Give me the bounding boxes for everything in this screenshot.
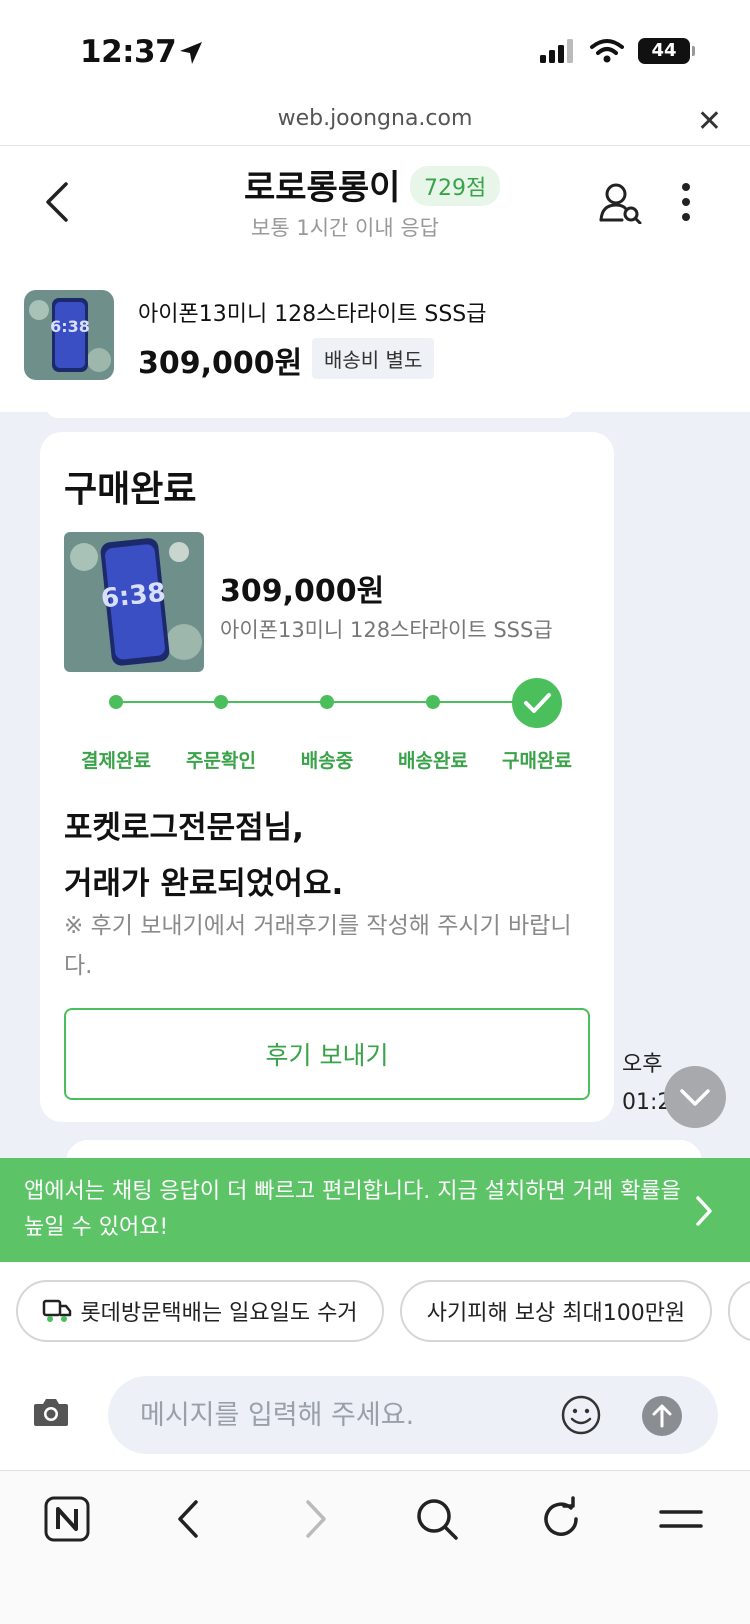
signal-icon	[540, 39, 573, 63]
close-icon[interactable]: ✕	[697, 104, 722, 139]
score-badge: 729점	[410, 166, 501, 206]
step-dot	[214, 695, 228, 709]
browser-forward-icon[interactable]	[302, 1496, 328, 1542]
more-options-icon[interactable]	[680, 182, 692, 222]
product-price: 309,000원	[138, 346, 303, 381]
card-product-image[interactable]: 6:38	[64, 532, 204, 672]
step-label: 배송중	[300, 750, 354, 772]
camera-icon[interactable]	[32, 1396, 70, 1428]
step-label: 결제완료	[81, 750, 151, 772]
search-icon[interactable]	[414, 1496, 460, 1542]
message-input[interactable]	[108, 1376, 718, 1454]
send-button[interactable]	[642, 1396, 682, 1436]
completion-message-line2: 거래가 완료되었어요.	[64, 866, 344, 902]
response-time: 보통 1시간 이내 응답	[251, 216, 439, 240]
chevron-right-icon[interactable]	[694, 1194, 714, 1228]
wifi-icon	[590, 39, 624, 63]
battery-indicator: 44	[638, 38, 695, 64]
status-time: 12:37	[80, 34, 177, 70]
review-note: ※ 후기 보내기에서 거래후기를 작성해 주시기 바랍니다.	[64, 913, 572, 979]
send-review-button[interactable]: 후기 보내기	[64, 1008, 590, 1100]
refresh-icon[interactable]	[538, 1496, 584, 1542]
status-indicators: 44	[540, 38, 695, 64]
divider	[0, 145, 750, 146]
chip-label: 사기피해 보상 최대100만원	[426, 1301, 686, 1326]
svg-text:6:38: 6:38	[50, 317, 90, 336]
step-complete-check-icon	[512, 678, 562, 728]
card-title: 구매완료	[64, 469, 197, 510]
seller-name: 로로롱롱이	[244, 168, 401, 208]
card-price: 309,000원	[220, 574, 385, 609]
chip-more[interactable]	[728, 1280, 750, 1342]
completion-message-line1: 포켓로그전문점님,	[64, 810, 304, 846]
product-title: 아이폰13미니 128스타라이트 SSS급	[138, 302, 487, 327]
card-product-name: 아이폰13미니 128스타라이트 SSS급	[220, 618, 553, 642]
banner-text: 앱에서는 채팅 응답이 더 빠르고 편리합니다. 지금 설치하면 거래 확률을 …	[24, 1179, 681, 1240]
step-dot	[320, 695, 334, 709]
previous-message-edge	[46, 406, 574, 418]
step-label: 배송완료	[398, 750, 468, 772]
scroll-down-button[interactable]	[664, 1066, 726, 1128]
emoji-icon[interactable]	[560, 1394, 602, 1436]
truck-icon	[43, 1299, 72, 1322]
browser-toolbar	[0, 1471, 750, 1624]
product-thumbnail[interactable]: 6:38	[24, 290, 114, 380]
naver-home-icon[interactable]	[44, 1496, 90, 1542]
chip-fraud-compensation[interactable]: 사기피해 보상 최대100만원	[400, 1280, 712, 1342]
chip-lotte-delivery[interactable]: 롯데방문택배는 일요일도 수거	[16, 1280, 384, 1342]
location-arrow-icon	[180, 42, 202, 64]
message-time: 오후	[622, 1052, 663, 1077]
step-dot	[426, 695, 440, 709]
step-label: 주문확인	[186, 750, 256, 772]
step-label: 구매완료	[502, 750, 572, 772]
profile-search-icon[interactable]	[598, 182, 644, 224]
browser-back-icon[interactable]	[176, 1496, 202, 1542]
step-dot	[109, 695, 123, 709]
shipping-badge: 배송비 별도	[312, 338, 435, 379]
menu-icon[interactable]	[658, 1496, 704, 1542]
url-bar[interactable]: web.joongna.com	[0, 106, 750, 131]
chip-label: 롯데방문택배는 일요일도 수거	[80, 1301, 358, 1326]
